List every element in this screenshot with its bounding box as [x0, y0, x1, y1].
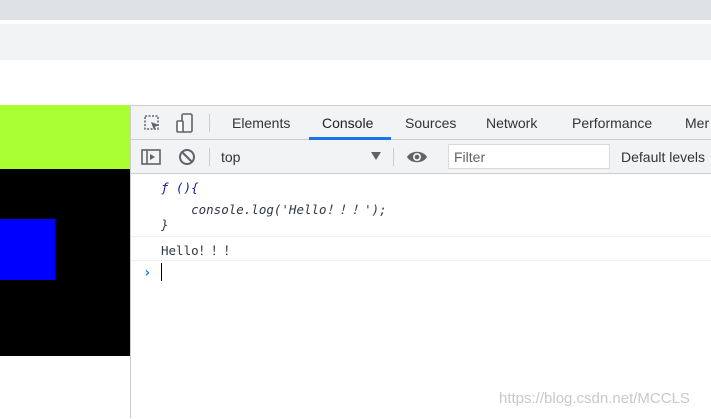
tab-console[interactable]: Console: [322, 106, 373, 140]
tab-elements[interactable]: Elements: [232, 106, 290, 140]
watermark: https://blog.csdn.net/MCCLS: [499, 390, 690, 407]
toolbar-divider-2: [393, 148, 394, 166]
devtools-panel: Elements Console Sources Network Perform…: [130, 105, 711, 418]
device-toolbar-icon[interactable]: [174, 112, 196, 134]
tab-network[interactable]: Network: [486, 106, 537, 140]
sidebar-toggle-icon[interactable]: [140, 146, 162, 168]
clear-console-icon[interactable]: [176, 146, 198, 168]
console-toolbar: top Default levels: [131, 140, 711, 174]
log-levels-dropdown[interactable]: Default levels: [621, 140, 705, 174]
function-header: ƒ (){: [161, 180, 199, 195]
tab-performance[interactable]: Performance: [572, 106, 652, 140]
console-prompt-cursor[interactable]: [161, 263, 162, 281]
devtools-tabbar: Elements Console Sources Network Perform…: [131, 106, 711, 140]
log-output: Hello！！！: [161, 243, 237, 258]
tab-memory[interactable]: Mer: [685, 106, 709, 140]
filter-input[interactable]: [449, 145, 604, 168]
green-box: [0, 105, 130, 169]
browser-bar: [0, 24, 711, 60]
inspect-element-icon[interactable]: [141, 112, 163, 134]
page-viewport: [0, 105, 130, 418]
console-message: ƒ (){ console.log('Hello！！！'); }: [131, 174, 711, 237]
tabbar-divider: [209, 114, 210, 132]
console-output[interactable]: ƒ (){ console.log('Hello！！！'); } Hello！！…: [131, 174, 711, 419]
prompt-chevron-icon: ›: [143, 265, 152, 281]
tab-sources[interactable]: Sources: [405, 106, 456, 140]
context-selector[interactable]: top: [221, 140, 240, 174]
console-message: Hello！！！: [131, 237, 711, 261]
browser-top-strip: [0, 0, 711, 20]
filter-field[interactable]: [448, 144, 610, 169]
blue-box: [0, 219, 55, 280]
toolbar-divider: [209, 148, 210, 166]
chevron-down-icon[interactable]: [371, 152, 381, 160]
function-body: console.log('Hello！！！');: [161, 202, 387, 217]
function-close: }: [161, 217, 169, 232]
eye-icon[interactable]: [406, 146, 428, 168]
